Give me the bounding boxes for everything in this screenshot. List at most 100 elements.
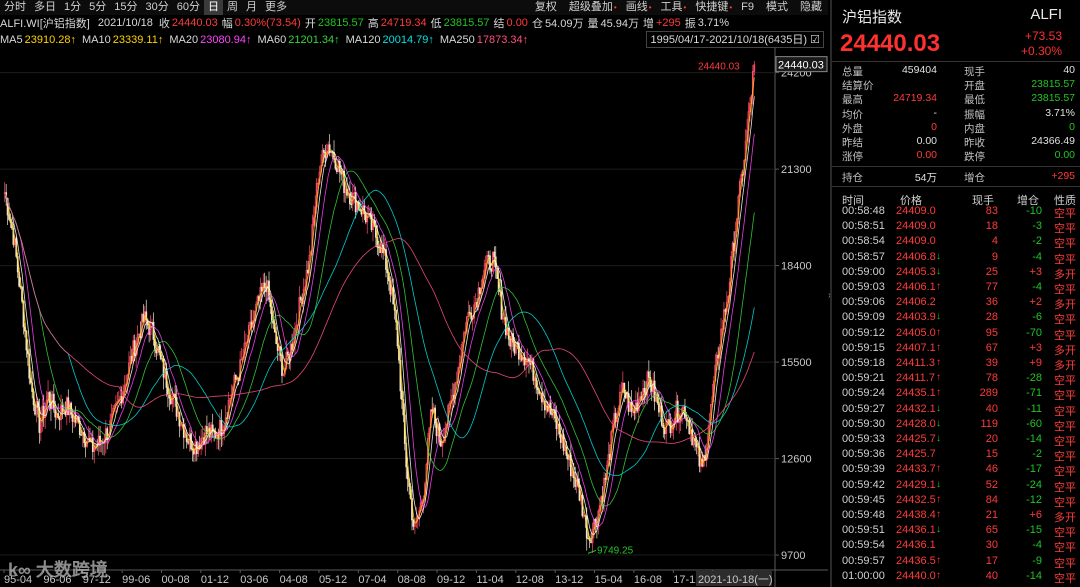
toolbar-item[interactable]: 快捷键	[689, 0, 734, 15]
toolbar-item[interactable]: 超级叠加	[563, 0, 619, 15]
tick-row[interactable]: 00:59:39 24433.7 ↑ 46 -17 空平	[842, 463, 1080, 478]
toolbar-item[interactable]: 隐藏	[794, 0, 828, 15]
y-tick-label: 12600	[781, 454, 812, 466]
tick-row[interactable]: 00:58:54 24409.0 4 -2 空平	[842, 235, 1080, 250]
tick-oi-change: -9	[1032, 554, 1042, 567]
period-tab[interactable]: 更多	[261, 0, 291, 15]
tick-time: 00:59:42	[842, 478, 885, 491]
candle-body	[29, 377, 32, 383]
close-value: 24440.03	[171, 17, 218, 29]
tick-time: 00:59:12	[842, 326, 885, 339]
checkbox-icon[interactable]: ☑	[810, 34, 820, 46]
down-arrow-icon: ↓	[936, 478, 941, 490]
candle-body	[643, 388, 646, 393]
tick-row[interactable]: 00:59:06 24406.2 36 +2 多开	[842, 296, 1080, 311]
tick-row[interactable]: 00:59:18 24411.3 ↑ 39 +9 多开	[842, 357, 1080, 372]
candle-body	[211, 424, 214, 431]
watermark-logo: k∞ 大数跨境	[8, 556, 108, 582]
tick-row[interactable]: 00:58:57 24406.8 ↓ 9 -4 空平	[842, 251, 1080, 266]
toolbar-item[interactable]: 模式	[760, 0, 794, 15]
tick-row[interactable]: 00:59:45 24432.5 ↑ 84 -12 空平	[842, 494, 1080, 509]
period-tab[interactable]: 30分	[142, 0, 173, 15]
tick-row[interactable]: 00:59:36 24425.7 15 -2 空平	[842, 448, 1080, 463]
ma-line	[4, 77, 755, 542]
tick-row[interactable]: 00:59:51 24436.1 ↓ 65 -15 空平	[842, 524, 1080, 539]
open-label: 开	[304, 18, 316, 30]
down-arrow-icon: ↓	[936, 265, 941, 277]
quote-value: -	[933, 106, 938, 119]
tick-oi-change: -2	[1032, 448, 1042, 461]
inc-oi-label: 增仓	[964, 172, 985, 184]
period-tab[interactable]: 15分	[110, 0, 141, 15]
tick-row[interactable]: 01:00:00 24440.0 ↑ 40 -14 空平	[842, 570, 1080, 585]
tick-volume: 40	[985, 569, 998, 582]
quote-value: 0.00	[1054, 149, 1075, 162]
tick-nature: 空平	[1054, 557, 1076, 570]
quote-panel: 沪铝指数 ALFI 24440.03 +73.53 +0.30% 总量 45940…	[830, 0, 1080, 587]
tick-row[interactable]: 00:59:33 24425.7 ↓ 20 -14 空平	[842, 433, 1080, 448]
tick-price: 24409.0	[896, 235, 936, 248]
high-label: 高	[367, 18, 379, 30]
high-annotation: 24440.03	[698, 62, 740, 73]
period-tab[interactable]: 5分	[85, 0, 110, 15]
oi-value: 54.09万	[544, 18, 584, 30]
up-arrow-icon: ↑	[936, 372, 941, 384]
period-tab[interactable]: 1分	[60, 0, 85, 15]
tick-row[interactable]: 00:59:24 24435.1 ↑ 289 -71 空平	[842, 387, 1080, 402]
tick-volume: 18	[985, 220, 998, 233]
tick-nature: 空平	[1054, 527, 1076, 540]
period-tab[interactable]: 多日	[30, 0, 60, 15]
candle-body	[354, 192, 357, 213]
tick-row[interactable]: 00:59:03 24406.1 ↑ 77 -4 空平	[842, 281, 1080, 296]
current-price-text: 24440.03	[778, 60, 824, 72]
period-tab[interactable]: 分时	[0, 0, 30, 15]
tick-nature: 空平	[1054, 208, 1076, 220]
tick-row[interactable]: 00:59:42 24429.1 ↓ 52 -24 空平	[842, 479, 1080, 494]
tick-time: 00:59:18	[842, 357, 885, 369]
tick-row[interactable]: 00:58:51 24409.0 18 -3 空平	[842, 220, 1080, 235]
tick-oi-change: -15	[1026, 524, 1042, 537]
tick-price: 24438.4	[896, 509, 936, 521]
period-tab[interactable]: 月	[242, 0, 261, 15]
quote-row: 均价 - 振幅 3.71%	[842, 107, 1077, 121]
tick-row[interactable]: 00:59:27 24432.1 ↓ 40 -11 空平	[842, 403, 1080, 418]
tick-row[interactable]: 00:59:21 24411.7 ↑ 78 -28 空平	[842, 372, 1080, 387]
tick-row[interactable]: 00:59:15 24407.1 ↑ 67 +3 多开	[842, 342, 1080, 357]
date-range-selector[interactable]: 1995/04/17-2021/10/18(6435日) ☑	[646, 31, 824, 48]
ma-label: MA120	[345, 33, 381, 46]
tick-row[interactable]: 00:59:09 24403.9 ↓ 28 -6 空平	[842, 311, 1080, 326]
high-value: 24719.34	[380, 17, 427, 29]
quote-key: 现手	[964, 66, 985, 78]
tick-row[interactable]: 00:59:48 24438.4 ↑ 21 +6 多开	[842, 509, 1080, 524]
tick-time: 00:59:21	[842, 372, 885, 385]
tick-row[interactable]: 00:59:00 24405.3 ↓ 25 +3 多开	[842, 266, 1080, 281]
candlestick-chart[interactable]: 2420021300184001550012600970095-04 96-06 9…	[0, 48, 828, 587]
quote-key: 结算价	[842, 80, 874, 93]
tick-price: 24432.1	[896, 402, 936, 415]
tick-time: 00:59:27	[842, 402, 885, 415]
candle-body	[662, 425, 665, 429]
watermark-icon: k∞	[8, 560, 31, 580]
tick-row[interactable]: 00:59:54 24436.1 30 -4 空平	[842, 539, 1080, 554]
quote-row: 总量 459404 现手 40	[842, 64, 1077, 78]
tick-oi-change: -60	[1026, 417, 1042, 430]
period-tab[interactable]: 60分	[173, 0, 204, 15]
tick-row[interactable]: 00:59:30 24428.0 ↓ 119 -60 空平	[842, 418, 1080, 433]
toolbar-item[interactable]: F9	[735, 0, 760, 15]
tick-row[interactable]: 00:59:12 24405.0 ↑ 95 -70 空平	[842, 327, 1080, 342]
tick-nature: 空平	[1054, 375, 1076, 388]
quote-key: 跌停	[964, 151, 985, 164]
up-arrow-icon: ↑	[936, 357, 941, 368]
tick-time: 00:59:30	[842, 417, 885, 430]
ma-line	[4, 189, 755, 476]
tick-nature: 多开	[1054, 512, 1076, 524]
period-tab[interactable]: 日	[204, 0, 223, 15]
tick-row[interactable]: 00:58:48 24409.0 83 -10 空平	[842, 205, 1080, 220]
toolbar-item[interactable]: 复权	[529, 0, 563, 15]
down-arrow-icon: ↓	[936, 402, 941, 414]
tick-price: 24406.1	[896, 281, 936, 293]
x-tick-label: 16-08	[634, 574, 662, 586]
tick-row[interactable]: 00:59:57 24436.5 ↑ 17 -9 空平	[842, 555, 1080, 570]
candle-body	[490, 269, 493, 272]
period-tab[interactable]: 周	[223, 0, 242, 15]
